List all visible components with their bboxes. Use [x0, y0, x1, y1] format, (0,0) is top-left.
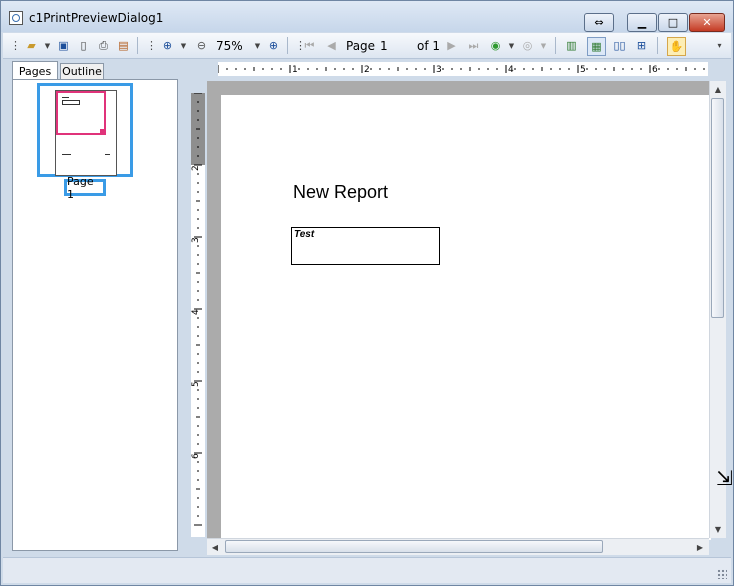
- minimize-icon: ▁: [637, 16, 647, 29]
- history-back-dropdown-icon[interactable]: ▼: [503, 37, 520, 54]
- close-button[interactable]: ✕: [689, 13, 725, 32]
- four-pages-view-icon[interactable]: ⊞: [633, 37, 650, 54]
- toolbar-separator-3: [555, 37, 556, 54]
- tab-pages[interactable]: Pages: [12, 61, 58, 80]
- previous-page-icon[interactable]: ◀: [323, 37, 340, 54]
- page-label: Page: [346, 39, 376, 53]
- report-title: New Report: [293, 182, 389, 202]
- zoom-tool-icon[interactable]: ⊕: [159, 37, 176, 54]
- scroll-left-icon[interactable]: ◀: [208, 540, 222, 554]
- save-icon[interactable]: ▣: [55, 37, 72, 54]
- maximize-icon: □: [667, 16, 679, 29]
- page-number-input[interactable]: [378, 37, 411, 54]
- ruler-tick-label: 5: [191, 381, 201, 387]
- print-icon[interactable]: ⎙: [95, 37, 112, 54]
- page-thumbnail[interactable]: [37, 83, 133, 177]
- thumbnail-page-image: [55, 90, 117, 176]
- ruler-tick-label: 6: [652, 65, 658, 75]
- vertical-scroll-thumb[interactable]: [711, 98, 724, 318]
- scroll-down-icon[interactable]: ▼: [711, 522, 725, 536]
- print-preview-window: c1PrintPreviewDialog1 ⇔ ▁ □ ✕ ⋮ ▰ ▼ ▣ ▯ …: [0, 0, 734, 586]
- history-back-icon[interactable]: ◉: [487, 37, 504, 54]
- zoom-dropdown-icon[interactable]: ▼: [249, 37, 266, 54]
- report-page: New Report Test: [221, 95, 711, 540]
- toolbar-separator-4: [657, 37, 658, 54]
- history-forward-icon[interactable]: ◎: [519, 37, 536, 54]
- zoom-value[interactable]: 75%: [216, 39, 243, 53]
- report-field-text: Test: [294, 229, 315, 240]
- extra-restore-button[interactable]: ⇔: [584, 13, 614, 32]
- minimize-button[interactable]: ▁: [627, 13, 657, 32]
- horizontal-scrollbar[interactable]: ◀ ▶: [207, 538, 709, 555]
- window-title: c1PrintPreviewDialog1: [29, 11, 164, 25]
- toolbar-grip-icon: ⋮: [10, 39, 21, 52]
- maximize-button[interactable]: □: [658, 13, 688, 32]
- open-dropdown-icon[interactable]: ▼: [39, 37, 56, 54]
- zoom-tool-dropdown-icon[interactable]: ▼: [175, 37, 192, 54]
- status-bar: [3, 557, 731, 583]
- toolbar: ⋮ ▰ ▼ ▣ ▯ ⎙ ▤ ⋮ ⊕ ▼ ⊖ 75% ▼ ⊕ ⋮ ⏮ ◀ Page…: [3, 33, 731, 59]
- navigation-panel: Pages Outline Page 1: [8, 61, 180, 553]
- zoom-in-icon[interactable]: ⊕: [265, 37, 282, 54]
- preview-area[interactable]: New Report Test: [207, 81, 711, 540]
- page-setup-icon[interactable]: ▯: [75, 37, 92, 54]
- ruler-tick-label: 3: [436, 65, 442, 75]
- continuous-view-icon[interactable]: ▦: [587, 37, 606, 56]
- mouse-cursor-icon: ⇲: [716, 466, 733, 490]
- ruler-tick-label: 1: [292, 65, 298, 75]
- scroll-right-icon[interactable]: ▶: [693, 540, 707, 554]
- page-thumbnails-list[interactable]: Page 1: [12, 79, 178, 551]
- print-layout-icon[interactable]: ▤: [115, 37, 132, 54]
- resize-grip-icon[interactable]: [717, 569, 727, 579]
- next-page-icon[interactable]: ▶: [443, 37, 460, 54]
- report-field-box: Test: [291, 227, 440, 265]
- ruler-tick-label: 4: [191, 309, 201, 315]
- toolbar-overflow-icon[interactable]: ▾: [711, 37, 728, 54]
- close-icon: ✕: [702, 16, 712, 29]
- ruler-tick-label: 6: [191, 453, 201, 459]
- toolbar-separator-2: [287, 37, 288, 54]
- open-folder-icon[interactable]: ▰: [23, 37, 40, 54]
- thumbnail-view-frame[interactable]: [56, 91, 106, 135]
- scroll-up-icon[interactable]: ▲: [711, 82, 725, 96]
- two-pages-view-icon[interactable]: ▯▯: [611, 37, 628, 54]
- ruler-tick-label: 3: [191, 237, 201, 243]
- vertical-ruler: 2 3 4 5 6: [191, 93, 205, 537]
- first-page-icon[interactable]: ⏮: [301, 37, 318, 54]
- thumbnail-label: Page 1: [64, 175, 106, 201]
- tab-outline[interactable]: Outline: [60, 63, 104, 79]
- horizontal-ruler: 1 2 3 4 5 6: [218, 62, 708, 76]
- ruler-tick-label: 4: [508, 65, 514, 75]
- ruler-tick-label: 2: [364, 65, 370, 75]
- history-forward-dropdown-icon[interactable]: ▼: [535, 37, 552, 54]
- app-icon: [9, 11, 23, 25]
- hand-tool-icon[interactable]: ✋: [667, 37, 686, 56]
- ruler-tick-label: 5: [580, 65, 586, 75]
- single-page-view-icon[interactable]: ▥: [563, 37, 580, 54]
- horizontal-scroll-thumb[interactable]: [225, 540, 603, 553]
- page-count-label: of 1: [417, 39, 441, 53]
- toolbar-grip-icon-2: ⋮: [146, 39, 157, 52]
- zoom-out-icon[interactable]: ⊖: [193, 37, 210, 54]
- toolbar-separator: [137, 37, 138, 54]
- last-page-icon[interactable]: ⏭: [465, 37, 482, 54]
- title-bar[interactable]: c1PrintPreviewDialog1 ⇔ ▁ □ ✕: [1, 1, 733, 32]
- ruler-tick-label: 2: [191, 165, 201, 171]
- double-arrow-icon: ⇔: [594, 16, 604, 29]
